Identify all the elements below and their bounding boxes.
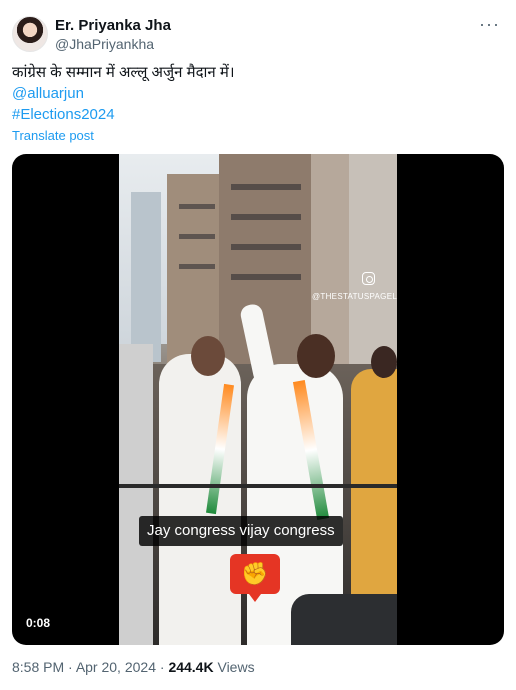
mention-link[interactable]: @alluarjun <box>12 83 502 104</box>
person-left-edge <box>119 344 153 645</box>
person-head <box>297 334 335 378</box>
vehicle-railing <box>119 484 397 488</box>
post-header: Er. Priyanka Jha @JhaPriyankha ··· <box>12 14 504 54</box>
post-text: कांग्रेस के सम्मान में अल्लू अर्जुन मैदा… <box>12 62 502 125</box>
window-row <box>231 274 301 280</box>
more-horizontal-icon[interactable]: ··· <box>479 14 500 35</box>
instagram-icon <box>362 272 375 285</box>
separator: · <box>64 659 76 675</box>
separator: · <box>155 659 169 675</box>
window-row <box>231 184 301 190</box>
author-display-name[interactable]: Er. Priyanka Jha <box>55 17 171 35</box>
video-frame[interactable]: @THESTATUSPAGEL Jay congress vijay congr… <box>119 154 397 645</box>
translate-post-link[interactable]: Translate post <box>12 128 94 143</box>
author-handle[interactable]: @JhaPriyankha <box>55 35 171 53</box>
post-text-hindi: कांग्रेस के सम्मान में अल्लू अर्जुन मैदा… <box>12 64 235 81</box>
avatar[interactable] <box>12 16 48 52</box>
video-caption: Jay congress vijay congress <box>139 516 343 546</box>
building <box>131 192 161 362</box>
post-metadata: 8:58 PM · Apr 20, 2024 · 244.4K Views <box>12 659 255 675</box>
post-time[interactable]: 8:58 PM <box>12 659 64 675</box>
post-date[interactable]: Apr 20, 2024 <box>76 659 156 675</box>
window-row <box>179 204 215 209</box>
views-count[interactable]: 244.4K <box>168 659 213 675</box>
video-duration: 0:08 <box>20 614 57 632</box>
hashtag-link[interactable]: #Elections2024 <box>12 104 502 125</box>
author-info[interactable]: Er. Priyanka Jha @JhaPriyankha <box>55 17 171 53</box>
window-row <box>231 214 301 220</box>
window-row <box>179 234 215 239</box>
person-head <box>191 336 225 376</box>
window-row <box>231 244 301 250</box>
views-label: Views <box>213 659 255 675</box>
raised-fist-icon: ✊ <box>230 554 280 602</box>
window-row <box>179 264 215 269</box>
person-head <box>371 346 397 378</box>
video-watermark: @THESTATUSPAGEL <box>312 292 397 301</box>
speaker <box>291 594 397 645</box>
video-player[interactable]: @THESTATUSPAGEL Jay congress vijay congr… <box>12 154 504 645</box>
